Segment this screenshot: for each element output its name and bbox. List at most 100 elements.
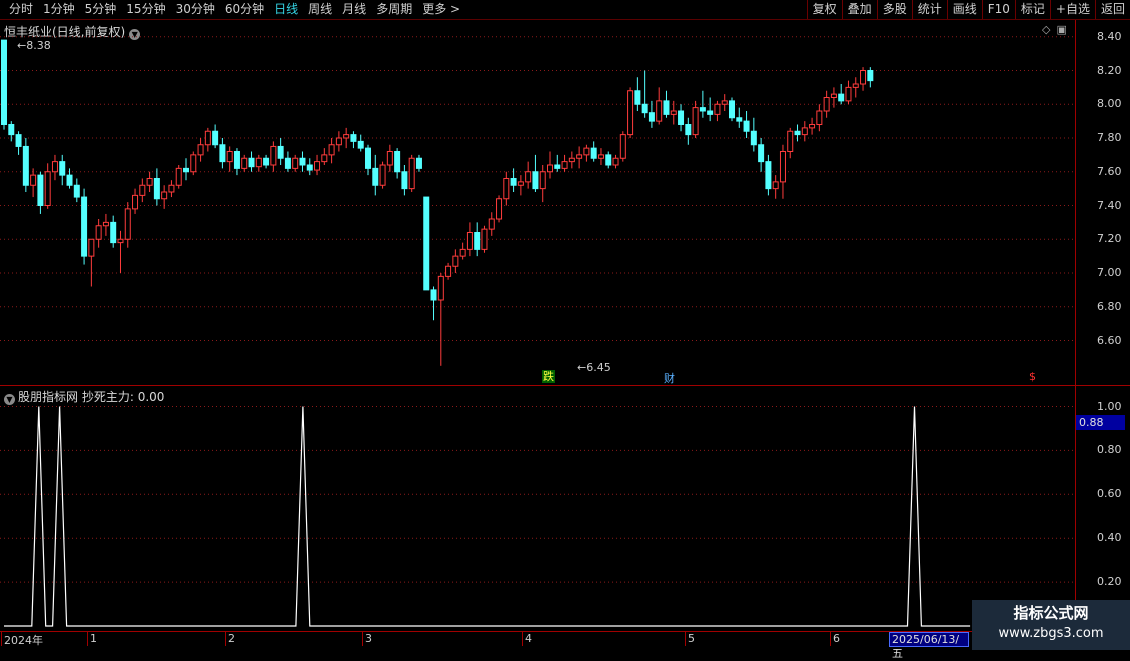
- candle: [838, 84, 845, 105]
- toolbar-button-2[interactable]: 多股: [876, 0, 912, 19]
- candle-body: [816, 110, 823, 125]
- period-tab-2[interactable]: 5分钟: [80, 2, 122, 17]
- candle: [415, 154, 422, 172]
- indicator-chart[interactable]: [0, 386, 1075, 631]
- price-tick-label: 8.00: [1097, 97, 1122, 111]
- price-tick-label: 7.40: [1097, 198, 1122, 212]
- candle-body: [597, 154, 604, 159]
- candle: [299, 151, 306, 172]
- candle-body: [590, 147, 597, 159]
- indicator-line-name: 抄死主力:: [81, 390, 134, 404]
- period-tab-0[interactable]: 分时: [4, 2, 38, 17]
- y-axis-line: [1075, 20, 1076, 631]
- indicator-tick-label: 0.80: [1097, 443, 1122, 457]
- x-tick-label: 3: [365, 632, 372, 645]
- candle-body: [233, 151, 240, 169]
- toolbar-button-4[interactable]: 画线: [946, 0, 982, 19]
- high-price-label: ←8.38: [17, 39, 51, 52]
- candle: [357, 134, 364, 152]
- candle: [554, 154, 561, 172]
- candle: [590, 141, 597, 162]
- candle-body: [670, 110, 677, 115]
- toolbar-button-0[interactable]: 复权: [806, 0, 842, 19]
- x-tick-mark: [830, 632, 831, 646]
- candle-body: [139, 184, 146, 196]
- candle-body: [809, 124, 816, 129]
- candle: [678, 104, 685, 132]
- candle-body: [852, 83, 859, 88]
- candle: [30, 168, 37, 198]
- candle-body: [576, 154, 583, 159]
- candle-body: [612, 157, 619, 166]
- chevron-down-icon[interactable]: ▼: [4, 394, 15, 405]
- candle: [233, 148, 240, 176]
- candle-body: [161, 191, 168, 200]
- candle: [401, 165, 408, 196]
- price-tick-label: 7.20: [1097, 232, 1122, 246]
- toolbar-button-6[interactable]: 标记: [1014, 0, 1050, 19]
- candle: [22, 138, 29, 192]
- period-tab-1[interactable]: 1分钟: [38, 2, 80, 17]
- candle: [750, 117, 757, 152]
- candle: [794, 124, 801, 142]
- period-tab-3[interactable]: 15分钟: [121, 2, 170, 17]
- period-tab-7[interactable]: 周线: [303, 2, 337, 17]
- candle-body: [66, 174, 73, 186]
- candle-body: [459, 248, 466, 257]
- candle: [634, 77, 641, 111]
- finance-marker[interactable]: 财: [664, 370, 675, 386]
- candle: [386, 144, 393, 172]
- candle-body: [765, 161, 772, 190]
- candlestick-chart[interactable]: [0, 20, 1075, 385]
- price-tick-label: 6.60: [1097, 333, 1122, 347]
- candle: [132, 188, 139, 214]
- candle-body: [627, 90, 634, 136]
- toolbar-button-8[interactable]: 返回: [1094, 0, 1130, 19]
- candle-body: [430, 289, 437, 301]
- candle: [15, 131, 22, 155]
- candle-body: [81, 196, 88, 257]
- toolbar-button-5[interactable]: F10: [981, 0, 1015, 19]
- candle-body: [736, 117, 743, 122]
- candle: [466, 222, 473, 257]
- candle: [619, 131, 626, 162]
- period-tab-5[interactable]: 60分钟: [220, 2, 269, 17]
- candle: [306, 158, 313, 176]
- period-tab-4[interactable]: 30分钟: [171, 2, 220, 17]
- candle-body: [867, 70, 874, 82]
- candle: [212, 124, 219, 149]
- indicator-tick-label: 0.60: [1097, 487, 1122, 501]
- candle: [408, 154, 415, 192]
- candle-body: [481, 228, 488, 250]
- candle-body: [452, 255, 459, 267]
- candle: [394, 148, 401, 179]
- period-tab-8[interactable]: 月线: [337, 2, 371, 17]
- candle-body: [408, 157, 415, 190]
- candle-body: [415, 157, 422, 169]
- s-marker[interactable]: $: [1029, 370, 1036, 383]
- candle: [51, 154, 58, 181]
- candle-body: [51, 161, 58, 173]
- candle-body: [8, 124, 15, 136]
- toolbar-button-1[interactable]: 叠加: [841, 0, 877, 19]
- fall-marker[interactable]: 跌: [542, 370, 555, 383]
- candle-body: [299, 157, 306, 166]
- candle: [328, 138, 335, 164]
- indicator-line-value: 0.00: [137, 390, 165, 404]
- x-tick-label: 4: [525, 632, 532, 645]
- panel-divider[interactable]: [0, 385, 1130, 386]
- candle-body: [197, 144, 204, 156]
- candle-body: [721, 100, 728, 105]
- period-tab-10[interactable]: 更多 >: [417, 2, 465, 17]
- toolbar-button-3[interactable]: 统计: [911, 0, 947, 19]
- candle-body: [386, 151, 393, 166]
- candle-body: [343, 134, 350, 139]
- candle-body: [532, 171, 539, 190]
- period-tab-6[interactable]: 日线: [269, 2, 303, 17]
- period-tab-9[interactable]: 多周期: [371, 2, 417, 17]
- indicator-title[interactable]: ▼ 股朋指标网 抄死主力: 0.00: [4, 388, 164, 405]
- indicator-tick-label: 1.00: [1097, 399, 1122, 413]
- candle-body: [95, 225, 102, 240]
- candle: [510, 168, 517, 192]
- toolbar-button-7[interactable]: +自选: [1049, 0, 1095, 19]
